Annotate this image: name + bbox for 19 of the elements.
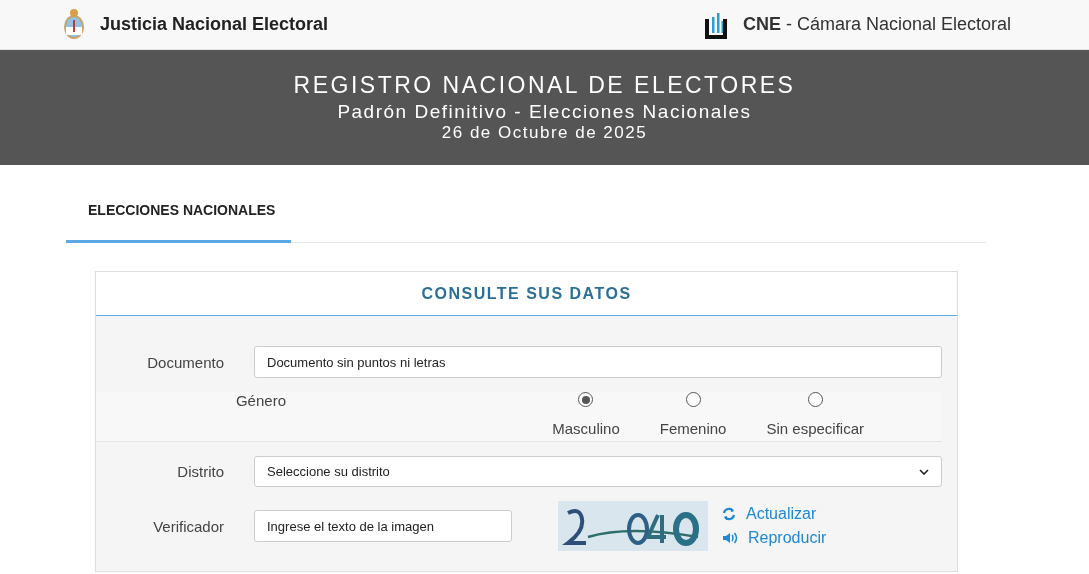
field-label: Verificador <box>152 517 224 535</box>
site-title: Justicia Nacional Electoral <box>100 14 329 35</box>
banner-subtitle: Padrón Definitivo - Elecciones Nacionales <box>337 101 752 123</box>
refresh-link[interactable]: Actualizar <box>722 505 827 523</box>
district-dropdown[interactable]: Seleccione su distrito <box>254 456 942 487</box>
captcha-field[interactable]: Ingrese el texto de la imagen <box>254 510 512 542</box>
field-label: Distrito <box>176 463 224 480</box>
audio-link[interactable]: Reproducir <box>722 529 827 547</box>
form-title: CONSULTE SUS DATOS <box>421 284 632 303</box>
banner-title: REGISTRO NACIONAL DE ELECTORES <box>293 72 796 99</box>
radio-label: Sin especificar <box>766 420 864 437</box>
radio-label: Masculino <box>552 420 620 437</box>
site-title: CNE - Cámara Nacional Electoral <box>742 14 1011 35</box>
tab[interactable]: ELECCIONES NACIONALES <box>66 185 291 243</box>
field-label: Género <box>234 392 286 409</box>
radio-label: Femenino <box>659 420 727 437</box>
banner-date: 26 de Octubre de 2025 <box>441 123 648 143</box>
field-label: Documento <box>146 353 224 371</box>
document-field[interactable]: Documento sin puntos ni letras <box>254 346 942 378</box>
